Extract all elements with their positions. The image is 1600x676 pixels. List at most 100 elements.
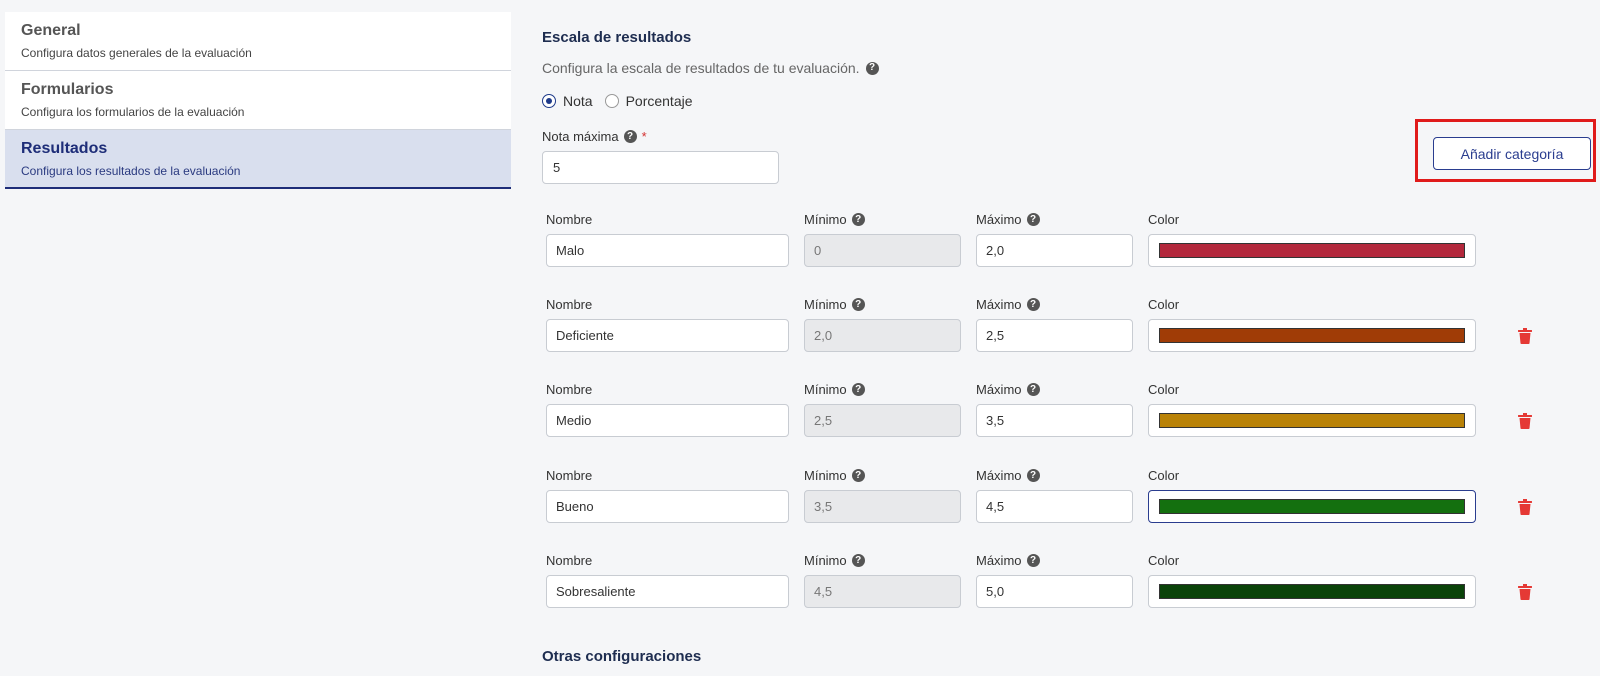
radio-nota[interactable]: Nota bbox=[542, 93, 593, 109]
color-label-text: Color bbox=[1148, 212, 1180, 227]
trash-icon[interactable] bbox=[1518, 328, 1532, 345]
name-label: Nombre bbox=[546, 212, 592, 227]
help-icon[interactable]: ? bbox=[623, 130, 637, 143]
min-label-text: Mínimo bbox=[804, 468, 847, 483]
category-max-input[interactable]: 2,5 bbox=[976, 319, 1133, 352]
category-row: Nombre Mínimo? Máximo? Color Medio 2,5 3,5 bbox=[542, 382, 1582, 452]
color-swatch bbox=[1159, 499, 1465, 514]
trash-icon[interactable] bbox=[1518, 413, 1532, 430]
category-name-input[interactable]: Malo bbox=[546, 234, 789, 267]
settings-sidebar: General Configura datos generales de la … bbox=[5, 12, 511, 189]
color-swatch bbox=[1159, 413, 1465, 428]
category-name-input[interactable]: Deficiente bbox=[546, 319, 789, 352]
max-label-text: Máximo bbox=[976, 553, 1022, 568]
help-icon[interactable]: ? bbox=[851, 298, 865, 311]
color-label: Color bbox=[1148, 297, 1179, 312]
min-label-text: Mínimo bbox=[804, 382, 847, 397]
color-label-text: Color bbox=[1148, 297, 1180, 312]
category-row: Nombre Mínimo? Máximo? Color Deficiente 2,0 2,… bbox=[542, 297, 1582, 367]
min-label: Mínimo? bbox=[804, 212, 865, 227]
scale-type-radio-group: Nota Porcentaje bbox=[542, 93, 705, 109]
color-label-text: Color bbox=[1148, 553, 1180, 568]
name-label-text: Nombre bbox=[546, 382, 593, 397]
min-label: Mínimo? bbox=[804, 382, 865, 397]
category-color-picker[interactable] bbox=[1148, 575, 1476, 608]
min-label-text: Mínimo bbox=[804, 297, 847, 312]
name-label: Nombre bbox=[546, 382, 592, 397]
section-title: Escala de resultados bbox=[542, 29, 692, 46]
min-label: Mínimo? bbox=[804, 297, 865, 312]
category-name-input[interactable]: Medio bbox=[546, 404, 789, 437]
help-icon[interactable]: ? bbox=[1026, 469, 1040, 482]
add-category-button[interactable]: Añadir categoría bbox=[1433, 137, 1591, 170]
category-row: Nombre Mínimo? Máximo? Color Malo 0 2,0 bbox=[542, 212, 1582, 282]
trash-icon[interactable] bbox=[1518, 584, 1532, 601]
category-name-input[interactable]: Sobresaliente bbox=[546, 575, 789, 608]
sidebar-item-title: Resultados bbox=[21, 140, 108, 157]
max-grade-input[interactable]: 5 bbox=[542, 151, 779, 184]
color-swatch bbox=[1159, 243, 1465, 258]
help-icon[interactable]: ? bbox=[851, 469, 865, 482]
sidebar-item-title: General bbox=[21, 22, 81, 39]
color-label: Color bbox=[1148, 382, 1179, 397]
max-label: Máximo? bbox=[976, 212, 1040, 227]
help-icon[interactable]: ? bbox=[851, 383, 865, 396]
name-label-text: Nombre bbox=[546, 212, 593, 227]
name-label-text: Nombre bbox=[546, 297, 593, 312]
category-row: Nombre Mínimo? Máximo? Color Sobresaliente 4,… bbox=[542, 553, 1582, 623]
color-label: Color bbox=[1148, 553, 1179, 568]
help-icon[interactable]: ? bbox=[1026, 554, 1040, 567]
name-label: Nombre bbox=[546, 553, 592, 568]
max-label-text: Máximo bbox=[976, 212, 1022, 227]
trash-icon[interactable] bbox=[1518, 499, 1532, 516]
help-icon[interactable]: ? bbox=[851, 213, 865, 226]
sidebar-item-resultados[interactable]: Resultados Configura los resultados de l… bbox=[5, 130, 511, 189]
radio-porcentaje[interactable]: Porcentaje bbox=[604, 93, 693, 109]
min-label: Mínimo? bbox=[804, 468, 865, 483]
category-min-input: 3,5 bbox=[804, 490, 961, 523]
help-icon[interactable]: ? bbox=[865, 61, 879, 75]
category-max-input[interactable]: 5,0 bbox=[976, 575, 1133, 608]
category-color-picker[interactable] bbox=[1148, 319, 1476, 352]
other-settings-title: Otras configuraciones bbox=[542, 648, 702, 665]
category-row: Nombre Mínimo? Máximo? Color Bueno 3,5 4,5 bbox=[542, 468, 1582, 538]
min-label: Mínimo? bbox=[804, 553, 865, 568]
category-name-input[interactable]: Bueno bbox=[546, 490, 789, 523]
max-grade-label: Nota máxima ? * bbox=[542, 129, 647, 144]
category-min-input: 0 bbox=[804, 234, 961, 267]
sidebar-item-formularios[interactable]: Formularios Configura los formularios de… bbox=[5, 71, 511, 130]
category-max-input[interactable]: 2,0 bbox=[976, 234, 1133, 267]
color-swatch bbox=[1159, 584, 1465, 599]
category-max-input[interactable]: 3,5 bbox=[976, 404, 1133, 437]
color-label-text: Color bbox=[1148, 468, 1180, 483]
help-icon[interactable]: ? bbox=[1026, 298, 1040, 311]
help-icon[interactable]: ? bbox=[851, 554, 865, 567]
category-color-picker[interactable] bbox=[1148, 490, 1476, 523]
color-label: Color bbox=[1148, 468, 1179, 483]
sidebar-item-desc: Configura datos generales de la evaluaci… bbox=[21, 46, 252, 60]
radio-unchecked-icon bbox=[604, 94, 619, 108]
radio-checked-icon bbox=[542, 94, 556, 108]
name-label-text: Nombre bbox=[546, 468, 593, 483]
section-description: Configura la escala de resultados de tu … bbox=[542, 60, 879, 76]
name-label: Nombre bbox=[546, 468, 592, 483]
sidebar-item-general[interactable]: General Configura datos generales de la … bbox=[5, 12, 511, 71]
category-max-input[interactable]: 4,5 bbox=[976, 490, 1133, 523]
category-min-input: 2,5 bbox=[804, 404, 961, 437]
max-label-text: Máximo bbox=[976, 468, 1022, 483]
max-label: Máximo? bbox=[976, 553, 1040, 568]
help-icon[interactable]: ? bbox=[1026, 213, 1040, 226]
category-color-picker[interactable] bbox=[1148, 234, 1476, 267]
results-settings-panel: Escala de resultados Configura la escala… bbox=[542, 0, 1600, 676]
radio-porcentaje-label: Porcentaje bbox=[625, 93, 693, 109]
min-label-text: Mínimo bbox=[804, 553, 847, 568]
required-marker: * bbox=[641, 129, 647, 144]
max-label: Máximo? bbox=[976, 297, 1040, 312]
sidebar-item-title: Formularios bbox=[21, 81, 114, 98]
category-color-picker[interactable] bbox=[1148, 404, 1476, 437]
help-icon[interactable]: ? bbox=[1026, 383, 1040, 396]
color-label-text: Color bbox=[1148, 382, 1180, 397]
sidebar-item-desc: Configura los resultados de la evaluació… bbox=[21, 164, 241, 178]
max-grade-label-text: Nota máxima bbox=[542, 129, 619, 144]
max-label: Máximo? bbox=[976, 382, 1040, 397]
